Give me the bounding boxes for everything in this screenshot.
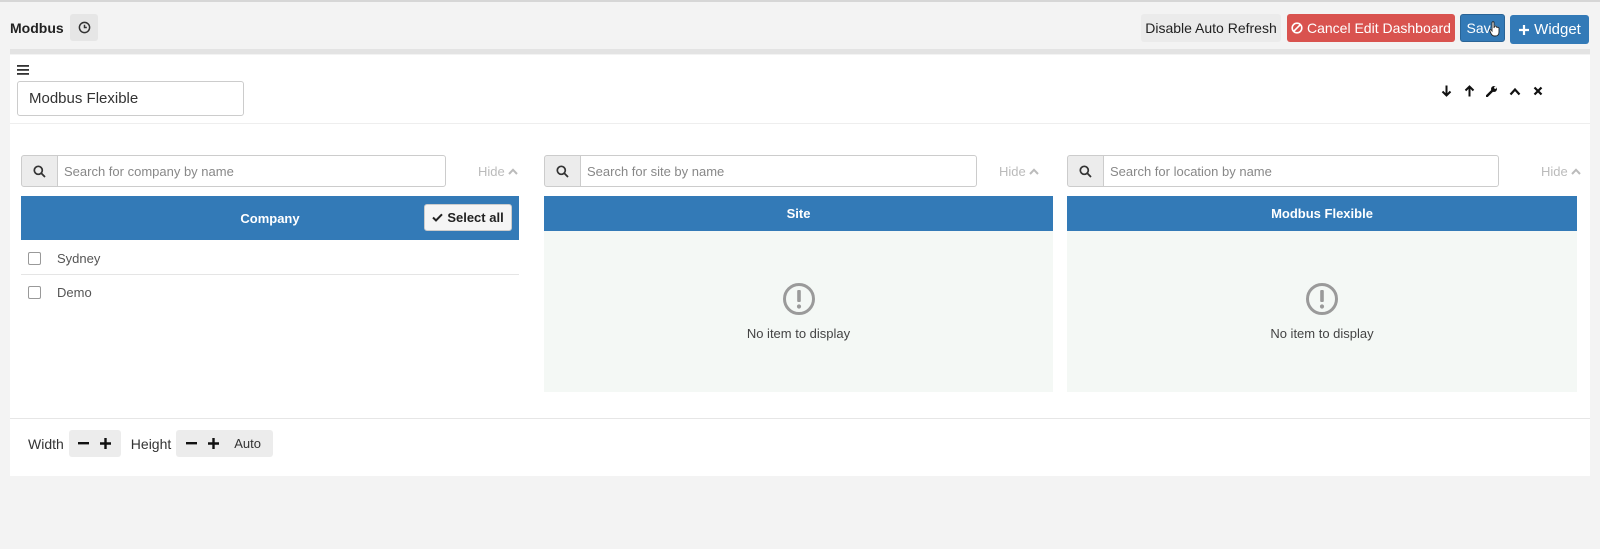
location-search-button[interactable] <box>1067 155 1104 187</box>
height-decrease-button[interactable] <box>180 430 202 457</box>
chevron-up-icon <box>1029 168 1039 175</box>
move-up-button[interactable] <box>1461 83 1477 99</box>
width-decrease-button[interactable] <box>73 430 95 457</box>
company-column: Hide Company Select all Sydney Demo <box>21 155 529 300</box>
dashboard-header: Modbus Disable Auto Refresh Cancel Edit … <box>0 2 1600 48</box>
hamburger-menu-icon[interactable] <box>17 65 29 75</box>
move-down-button[interactable] <box>1438 83 1454 99</box>
company-header-label: Company <box>240 210 300 226</box>
list-item[interactable]: Demo <box>21 275 92 309</box>
footer-divider <box>10 418 1590 419</box>
site-hide-toggle[interactable]: Hide <box>999 164 1039 179</box>
widget-title-input[interactable] <box>17 81 244 116</box>
site-empty-text: No item to display <box>746 326 851 341</box>
location-header: Modbus Flexible <box>1067 196 1577 231</box>
location-search-input[interactable] <box>1103 155 1499 187</box>
disable-auto-refresh-button[interactable]: Disable Auto Refresh <box>1141 14 1281 42</box>
arrow-down-icon <box>1441 85 1451 97</box>
add-widget-button[interactable]: Widget <box>1510 15 1589 44</box>
list-item[interactable]: Sydney <box>21 241 100 275</box>
check-icon <box>432 213 444 222</box>
hand-cursor-icon <box>1489 21 1500 37</box>
location-column: Hide Modbus Flexible No item to display <box>1067 155 1587 392</box>
select-all-label: Select all <box>447 210 504 225</box>
location-hide-toggle[interactable]: Hide <box>1541 164 1581 179</box>
search-icon <box>33 164 46 178</box>
width-label: Width <box>28 435 64 452</box>
minus-icon <box>78 442 90 445</box>
company-search: Hide <box>21 155 529 187</box>
company-header: Company Select all <box>21 196 519 240</box>
height-auto-button[interactable]: Auto <box>224 436 269 451</box>
chevron-up-icon <box>1571 168 1581 175</box>
exclamation-circle-icon <box>1306 283 1338 315</box>
add-widget-label: Widget <box>1534 21 1581 38</box>
panel-divider <box>10 123 1590 124</box>
company-search-input[interactable] <box>57 155 446 187</box>
company-search-button[interactable] <box>21 155 58 187</box>
location-hide-label: Hide <box>1541 164 1568 179</box>
select-all-button[interactable]: Select all <box>424 204 512 231</box>
company-item-label: Sydney <box>57 250 101 266</box>
clock-icon <box>78 21 90 34</box>
company-hide-label: Hide <box>478 164 505 179</box>
location-search: Hide <box>1067 155 1587 187</box>
site-search-button[interactable] <box>544 155 581 187</box>
chevron-up-icon <box>508 168 518 175</box>
plus-icon <box>207 438 219 449</box>
arrow-up-icon <box>1464 85 1474 97</box>
plus-icon <box>1518 24 1530 36</box>
header-divider <box>10 49 1590 54</box>
site-header: Site <box>544 196 1053 231</box>
width-increase-button[interactable] <box>95 430 117 457</box>
size-controls: Width Height Auto <box>28 430 283 457</box>
site-header-label: Site <box>786 206 811 221</box>
height-increase-button[interactable] <box>202 430 224 457</box>
chevron-up-icon <box>1509 87 1521 95</box>
company-checkbox[interactable] <box>28 251 41 265</box>
cancel-edit-label: Cancel Edit Dashboard <box>1307 20 1451 36</box>
row-divider <box>21 274 519 275</box>
site-column: Hide Site No item to display <box>544 155 1053 392</box>
site-empty-state: No item to display <box>544 231 1053 392</box>
dashboard-title: Modbus <box>10 20 64 36</box>
minus-icon <box>185 442 197 445</box>
site-hide-label: Hide <box>999 164 1026 179</box>
location-empty-state: No item to display <box>1067 231 1577 392</box>
widget-panel: Hide Company Select all Sydney Demo <box>10 55 1590 476</box>
history-button[interactable] <box>70 14 98 41</box>
width-stepper <box>68 430 121 457</box>
site-search: Hide <box>544 155 1053 187</box>
location-empty-text: No item to display <box>1270 326 1374 341</box>
company-hide-toggle[interactable]: Hide <box>478 164 518 179</box>
wrench-icon <box>1486 86 1497 97</box>
height-label: Height <box>130 435 172 452</box>
ban-icon <box>1291 22 1303 34</box>
close-icon <box>1533 86 1543 96</box>
plus-icon <box>100 438 112 449</box>
company-item-label: Demo <box>57 284 92 300</box>
site-search-input[interactable] <box>580 155 977 187</box>
search-icon <box>1079 164 1092 178</box>
height-stepper: Auto <box>176 430 274 457</box>
search-icon <box>556 164 569 178</box>
company-checkbox[interactable] <box>28 285 41 299</box>
exclamation-circle-icon <box>782 283 815 315</box>
cancel-edit-dashboard-button[interactable]: Cancel Edit Dashboard <box>1287 14 1455 42</box>
location-header-label: Modbus Flexible <box>1271 206 1373 221</box>
settings-button[interactable] <box>1484 83 1500 99</box>
remove-widget-button[interactable] <box>1530 83 1546 99</box>
collapse-button[interactable] <box>1507 83 1523 99</box>
